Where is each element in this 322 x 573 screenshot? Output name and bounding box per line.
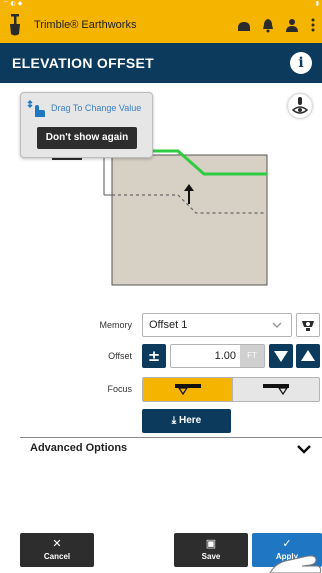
focus-toggle (142, 377, 320, 402)
touch-pointer-icon (269, 555, 322, 573)
save-icon: ▣ (205, 538, 217, 550)
info-icon[interactable]: i (290, 52, 312, 74)
view-toggle-button[interactable] (288, 94, 312, 118)
status-icons-right: ▮ (315, 0, 319, 7)
offset-unit: FT (240, 345, 264, 367)
memory-label: Memory (99, 320, 132, 330)
status-icons-left: ⌔ ◐ ◆ (3, 0, 23, 7)
save-button[interactable]: ▣ Save (174, 533, 248, 567)
blade-focus-right-icon (263, 384, 289, 396)
tooltip-text: Drag To Change Value (51, 103, 142, 113)
focus-label: Focus (107, 384, 132, 394)
offset-increase-button[interactable] (296, 344, 320, 368)
triangle-down-icon (274, 351, 288, 362)
divider (20, 437, 322, 438)
offset-decrease-button[interactable] (269, 344, 293, 368)
app-title: Trimble® Earthworks (34, 19, 137, 31)
advanced-options-label[interactable]: Advanced Options (30, 442, 127, 454)
offset-value: 1.00 (214, 350, 236, 362)
here-label: Here (178, 415, 202, 426)
more-menu-icon[interactable] (308, 17, 318, 33)
save-label: Save (201, 552, 221, 561)
chevron-down-icon[interactable] (296, 443, 312, 455)
close-icon: ✕ (52, 538, 62, 550)
focus-option-left[interactable] (143, 378, 232, 401)
status-bar: ⌔ ◐ ◆ ▮ (0, 0, 322, 8)
blade-focus-left-icon (175, 384, 201, 396)
drag-hint-tooltip: Drag To Change Value Don't show again (20, 92, 153, 158)
offset-label: Offset (108, 351, 132, 361)
here-button[interactable]: ⤓ Here (142, 409, 231, 433)
page-title: ELEVATION OFFSET (12, 55, 154, 71)
dont-show-again-button[interactable]: Don't show again (37, 127, 137, 149)
memory-manage-button[interactable] (296, 313, 320, 337)
memory-settings-icon (302, 321, 314, 331)
plus-minus-button[interactable]: ± (142, 344, 166, 368)
screen-header: ELEVATION OFFSET i (0, 43, 322, 83)
download-arrow-icon: ⤓ (171, 415, 179, 426)
machine-icon[interactable] (236, 17, 252, 33)
triangle-up-icon (301, 350, 315, 361)
chevron-down-icon (272, 322, 282, 329)
focus-option-right[interactable] (232, 378, 319, 401)
eye-icon (291, 97, 309, 114)
operator-icon[interactable] (284, 17, 300, 33)
memory-select[interactable]: Offset 1 (142, 313, 292, 337)
cancel-label: Cancel (43, 552, 71, 561)
notification-bell-icon[interactable] (260, 17, 276, 33)
cancel-button[interactable]: ✕ Cancel (20, 533, 94, 567)
shovel-logo-icon (10, 14, 20, 36)
offset-input[interactable]: 1.00 FT (170, 344, 265, 368)
drag-hand-icon (27, 100, 45, 117)
memory-value: Offset 1 (149, 319, 188, 331)
app-bar: Trimble® Earthworks (0, 8, 322, 43)
